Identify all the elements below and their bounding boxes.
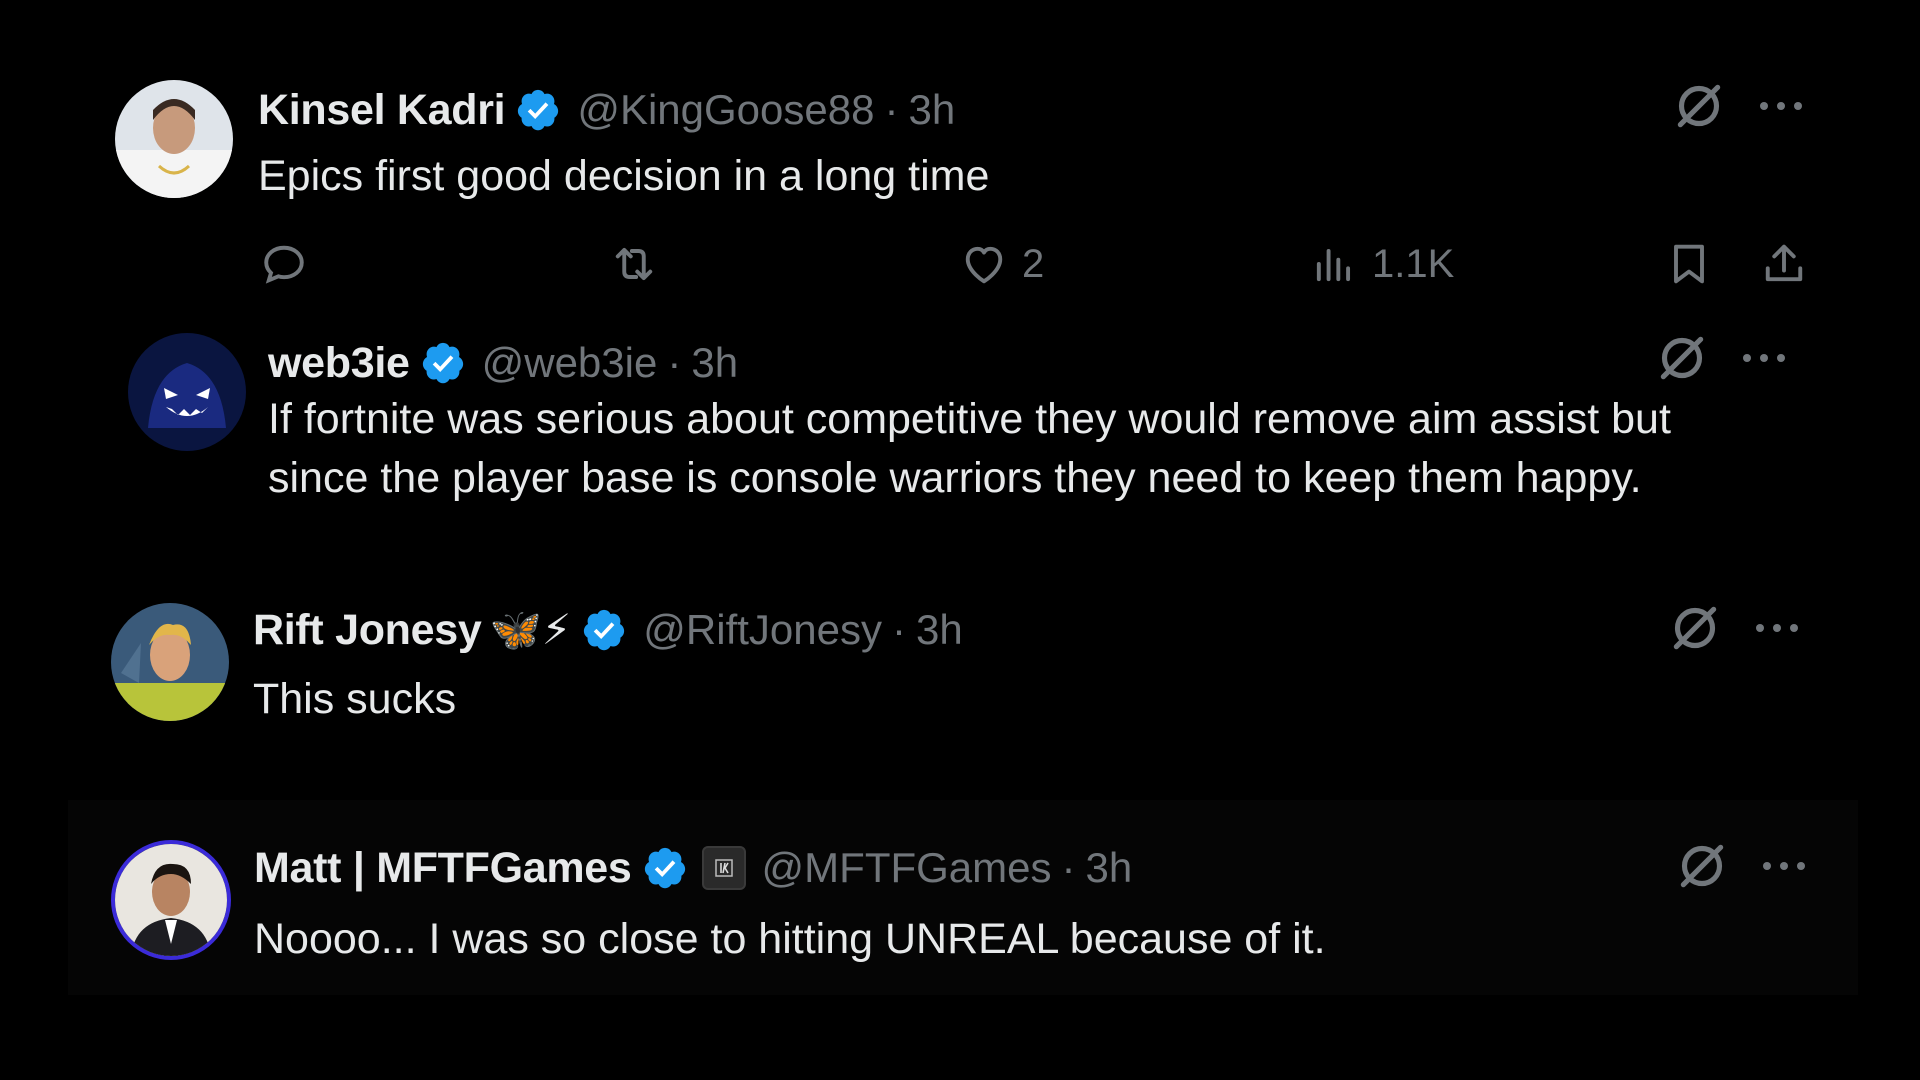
views-icon — [1316, 249, 1351, 282]
timestamp[interactable]: 3h — [691, 339, 738, 387]
author-name[interactable]: web3ie — [268, 339, 410, 388]
bookmark-icon — [1674, 244, 1704, 284]
affiliate-badge-icon[interactable] — [701, 846, 746, 890]
retweet-icon — [615, 247, 653, 281]
bookmark-button[interactable] — [1663, 238, 1715, 290]
tweet-text-line: If fortnite was serious about competitiv… — [268, 395, 1671, 443]
reply-icon — [264, 245, 304, 284]
author-handle[interactable]: @RiftJonesy — [643, 606, 882, 654]
grok-icon[interactable] — [1654, 330, 1710, 386]
more-options-icon[interactable] — [1752, 618, 1802, 638]
separator: · — [1061, 844, 1076, 891]
separator: · — [667, 339, 682, 386]
tweet-text: This sucks — [253, 675, 457, 723]
verified-badge-icon — [644, 847, 685, 889]
tweet-mftfgames[interactable]: Matt | MFTFGames @MFTFGames · 3h Noooo..… — [68, 800, 1858, 995]
heart-icon — [965, 246, 1003, 284]
name-emoji: 🦋⚡ — [489, 606, 572, 653]
share-button[interactable] — [1758, 238, 1810, 290]
author-handle[interactable]: @MFTFGames — [762, 844, 1052, 892]
separator: · — [892, 606, 906, 653]
avatar[interactable] — [111, 840, 231, 960]
avatar[interactable] — [128, 333, 246, 451]
tweet-text-line: since the player base is console warrior… — [268, 454, 1642, 502]
share-icon — [1765, 244, 1803, 282]
tweet-web3ie[interactable]: web3ie @web3ie · 3h If fortnite was seri… — [0, 320, 1920, 560]
reply-button[interactable] — [258, 238, 310, 290]
author-name[interactable]: Kinsel Kadri — [258, 86, 506, 135]
avatar[interactable] — [111, 603, 229, 721]
author-name[interactable]: Rift Jonesy — [253, 606, 482, 655]
like-count: 2 — [1022, 241, 1045, 286]
tweet-rift-jonesy[interactable]: Rift Jonesy 🦋⚡ @RiftJonesy · 3h This suc… — [0, 560, 1920, 790]
more-options-icon[interactable] — [1759, 856, 1809, 876]
author-name[interactable]: Matt | MFTFGames — [254, 844, 632, 893]
grok-icon[interactable] — [1674, 838, 1730, 894]
timestamp[interactable]: 3h — [916, 606, 963, 654]
tweet-text: Noooo... I was so close to hitting UNREA… — [254, 915, 1326, 963]
retweet-button[interactable] — [608, 238, 660, 290]
like-button[interactable]: 2 — [958, 238, 1044, 290]
author-handle[interactable]: @web3ie — [482, 339, 658, 387]
avatar[interactable] — [115, 80, 233, 198]
timestamp[interactable]: 3h — [1086, 844, 1133, 892]
verified-badge-icon — [518, 89, 559, 131]
view-count: 1.1K — [1372, 241, 1455, 286]
timestamp[interactable]: 3h — [908, 86, 955, 134]
separator: · — [884, 86, 899, 133]
verified-badge-icon — [584, 609, 625, 651]
grok-icon[interactable] — [1667, 600, 1723, 656]
verified-badge-icon — [422, 342, 463, 384]
more-options-icon[interactable] — [1756, 96, 1806, 116]
tweet-kinsel-kadri[interactable]: Kinsel Kadri @KingGoose88 · 3h Epics fir… — [0, 0, 1920, 320]
more-options-icon[interactable] — [1739, 348, 1789, 368]
tweet-text: Epics first good decision in a long time — [258, 152, 990, 200]
views-button[interactable]: 1.1K — [1308, 238, 1454, 290]
author-handle[interactable]: @KingGoose88 — [577, 86, 874, 134]
tweet-text: If fortnite was serious about competitiv… — [268, 390, 1671, 508]
tweet-actions: 2 1.1K — [258, 238, 1818, 298]
grok-icon[interactable] — [1671, 78, 1727, 134]
